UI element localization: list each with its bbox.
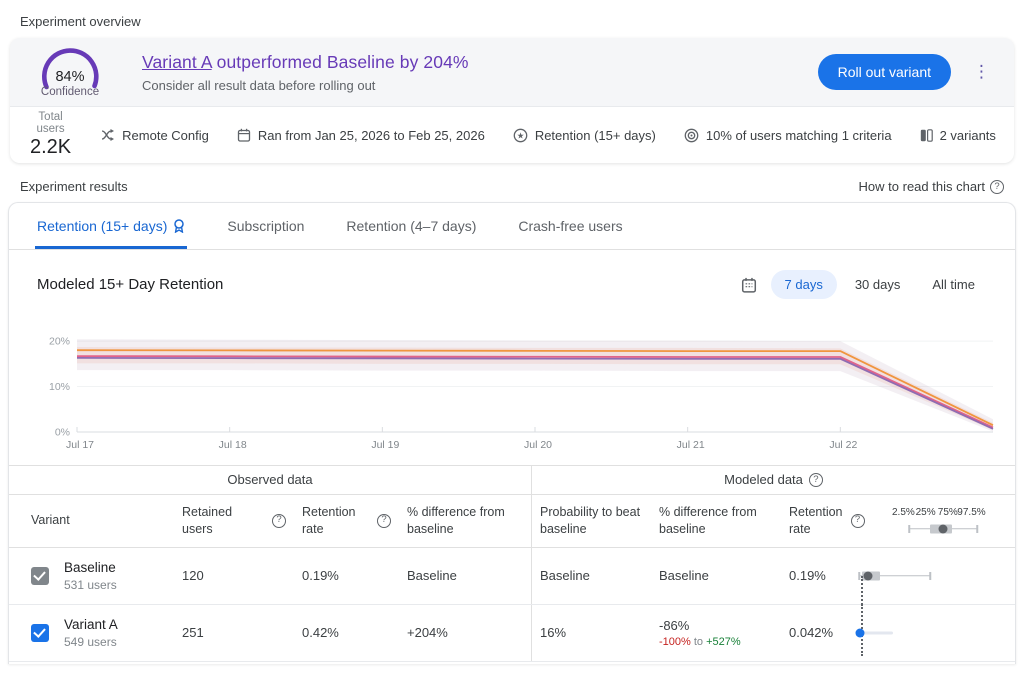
target-icon (684, 128, 699, 143)
date-range-calendar-icon[interactable] (741, 277, 757, 293)
calendar-icon (237, 128, 251, 142)
svg-text:20%: 20% (49, 336, 70, 348)
total-users: Total users 2.2K (30, 111, 71, 159)
svg-text:Jul 18: Jul 18 (219, 439, 247, 451)
confidence-arc-icon: 84% (37, 46, 103, 90)
col-probability: Probability to beat baseline (531, 495, 651, 547)
range-30-days-button[interactable]: 30 days (841, 270, 915, 299)
col-retention-rate-modeled: Retention rate? (781, 495, 851, 547)
metric-tabbar: Retention (15+ days) Subscription Retent… (9, 203, 1015, 250)
results-table: Observed data Modeled data ? Variant Ret… (9, 465, 1015, 662)
help-icon[interactable]: ? (990, 180, 1004, 194)
col-percentile-legend: 2.5% 25% 75% 97.5% (851, 495, 1015, 547)
experiment-results-heading: Experiment results (20, 179, 128, 194)
retention-line-chart: 0% 10% 20% Jul 17 Jul 18 Jul 19 Jul 20 Jul 21 Ju… (9, 299, 1015, 451)
svg-text:Jul 19: Jul 19 (371, 439, 399, 451)
overview-card: 84% Confidence Variant A outperformed Ba… (10, 38, 1014, 163)
experiment-overview-heading: Experiment overview (0, 0, 1024, 38)
remote-config-icon (101, 129, 115, 141)
svg-text:Jul 22: Jul 22 (829, 439, 857, 451)
svg-text:Jul 21: Jul 21 (677, 439, 705, 451)
baseline-median-dotted-line (861, 576, 863, 605)
variant-users: 549 users (64, 635, 118, 649)
range-7-days-button[interactable]: 7 days (771, 270, 837, 299)
svg-text:Jul 17: Jul 17 (66, 439, 94, 451)
chart-title: Modeled 15+ Day Retention (37, 276, 223, 293)
diff-value: +204% (399, 605, 531, 661)
retained-value: 251 (174, 605, 294, 661)
tab-retention-4-7-days[interactable]: Retention (4–7 days) (344, 203, 478, 249)
variant-name: Baseline (64, 560, 117, 575)
modeled-rate-value: 0.042% (781, 605, 851, 661)
overflow-menu-icon[interactable]: ⋮ (967, 60, 996, 84)
col-diff-modeled: % difference from baseline (651, 495, 781, 547)
confidence-gauge: 84% Confidence (28, 46, 112, 98)
meta-goal-metric: ★ Retention (15+ days) (513, 128, 656, 143)
variants-icon (920, 129, 933, 142)
col-diff-observed: % difference from baseline (399, 495, 531, 547)
meta-remote-config: Remote Config (101, 128, 209, 143)
baseline-boxplot (859, 565, 1007, 587)
svg-text:★: ★ (517, 130, 525, 140)
range-picker: 7 days 30 days All time (741, 270, 989, 299)
baseline-checkbox[interactable] (31, 567, 49, 585)
table-row-variant-a: Variant A 549 users 251 0.42% +204% 16% … (9, 605, 1015, 662)
retention-rate-value: 0.42% (294, 605, 399, 661)
variant-a-dotplot (859, 622, 1007, 644)
col-retained-users: Retained users? (174, 495, 294, 547)
tab-retention-15-days[interactable]: Retention (15+ days) (35, 203, 187, 249)
retention-rate-value: 0.19% (294, 548, 399, 604)
variant-distribution-cell (851, 605, 1015, 661)
col-retention-rate-observed: Retention rate? (294, 495, 399, 547)
probability-value: Baseline (531, 548, 651, 604)
confidence-value: 84% (55, 69, 84, 85)
how-to-read-chart-link[interactable]: How to read this chart ? (859, 179, 1004, 194)
help-icon[interactable]: ? (272, 514, 286, 528)
credible-interval: -100% to +527% (659, 636, 741, 648)
modeled-rate-value: 0.19% (781, 548, 851, 604)
total-users-value: 2.2K (30, 136, 71, 159)
diff-value: Baseline (399, 548, 531, 604)
modeled-diff-cell: -86% -100% to +527% (651, 605, 781, 661)
meta-date-range: Ran from Jan 25, 2026 to Feb 25, 2026 (237, 128, 485, 143)
variant-users: 531 users (64, 578, 117, 592)
svg-text:0%: 0% (55, 427, 70, 439)
meta-targeting: 10% of users matching 1 criteria (684, 128, 892, 143)
percentile-legend-glyph (859, 522, 1007, 536)
svg-text:Jul 20: Jul 20 (524, 439, 552, 451)
experiment-result-subtitle: Consider all result data before rolling … (142, 78, 469, 93)
modeled-diff-value: Baseline (651, 548, 781, 604)
observed-data-group-header: Observed data (9, 466, 531, 494)
variant-name: Variant A (64, 617, 118, 632)
modeled-data-group-header: Modeled data ? (531, 466, 1015, 494)
tab-crash-free-users[interactable]: Crash-free users (516, 203, 624, 249)
goal-medal-icon (173, 219, 185, 233)
results-card: Retention (15+ days) Subscription Retent… (8, 202, 1016, 664)
roll-out-variant-button[interactable]: Roll out variant (818, 54, 951, 90)
experiment-result-title: Variant A outperformed Baseline by 204% (142, 52, 469, 73)
confidence-label: Confidence (28, 86, 112, 98)
range-all-time-button[interactable]: All time (918, 270, 989, 299)
col-variant: Variant (9, 495, 174, 547)
experiment-meta-bar: Total users 2.2K Remote Config Ran from … (10, 106, 1014, 163)
help-icon[interactable]: ? (809, 473, 823, 487)
svg-text:10%: 10% (49, 381, 70, 393)
probability-value: 16% (531, 605, 651, 661)
help-icon[interactable]: ? (377, 514, 391, 528)
variant-a-link[interactable]: Variant A (142, 52, 212, 72)
goal-star-icon: ★ (513, 128, 528, 143)
baseline-distribution-cell (851, 548, 1015, 604)
meta-variants: 2 variants (920, 128, 996, 143)
variant-a-checkbox[interactable] (31, 624, 49, 642)
retained-value: 120 (174, 548, 294, 604)
tab-subscription[interactable]: Subscription (225, 203, 306, 249)
table-row-baseline: Baseline 531 users 120 0.19% Baseline Ba… (9, 548, 1015, 605)
